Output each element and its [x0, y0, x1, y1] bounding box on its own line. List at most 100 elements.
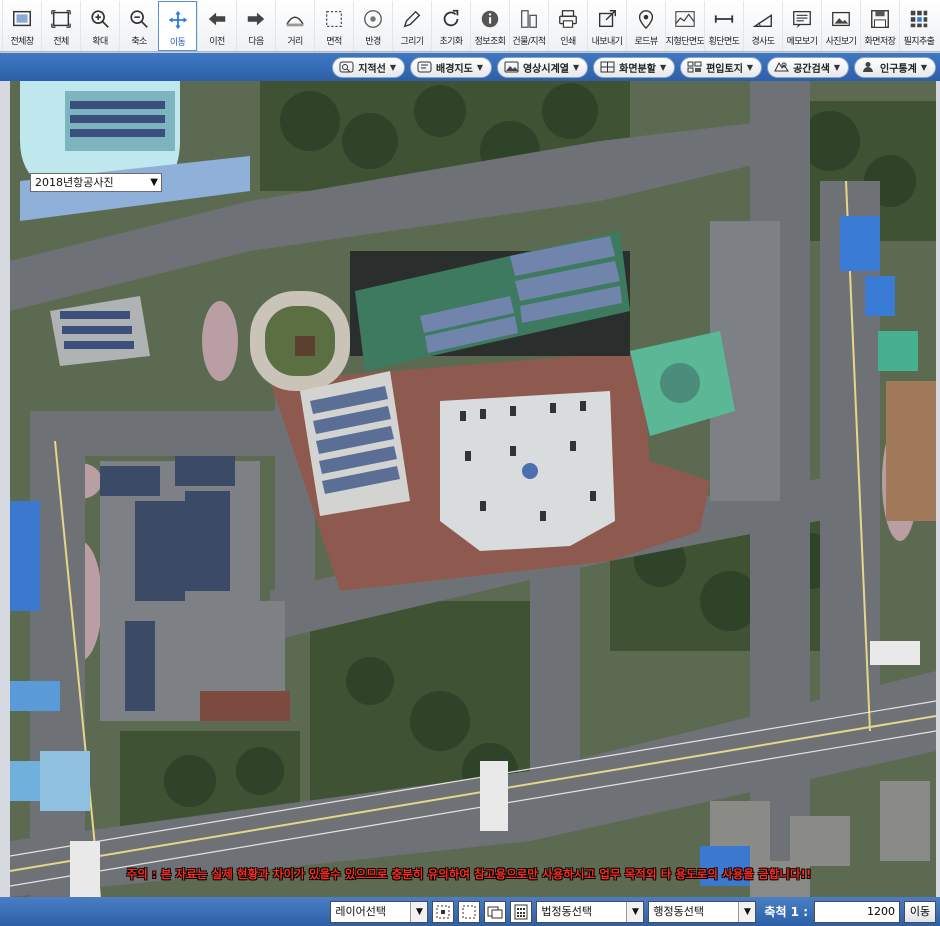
- tool-refresh-button[interactable]: 초기화: [431, 1, 470, 51]
- tool-full-extent-button[interactable]: 전체: [41, 1, 80, 51]
- chevron-down-icon: ▼: [746, 62, 754, 72]
- overview-map-button[interactable]: [484, 900, 507, 923]
- tool-label: 로드뷰: [634, 37, 658, 47]
- menu-label: 편입토지: [706, 63, 743, 75]
- cadastral-line-icon: [339, 61, 354, 73]
- aerial-year-select[interactable]: 2018년항공사진 ▼: [30, 173, 162, 192]
- chevron-down-icon: ▼: [659, 62, 667, 72]
- tool-label: 면적: [326, 37, 342, 47]
- tool-printer-button[interactable]: 인쇄: [548, 1, 587, 51]
- chevron-down-icon: ▼: [920, 62, 927, 72]
- refresh-icon: [439, 7, 463, 31]
- scale-go-button[interactable]: 이동: [904, 900, 936, 923]
- tool-label: 전체: [53, 37, 69, 47]
- tool-label: 확대: [92, 37, 108, 47]
- radius-icon: [361, 7, 385, 31]
- slope-icon: [751, 7, 775, 31]
- chevron-down-icon: ▼: [833, 62, 841, 72]
- tool-label: 횡단면도: [708, 37, 740, 47]
- tool-zoom-in-button[interactable]: 확대: [80, 1, 119, 51]
- tool-parcel-extract-button[interactable]: 필지추출: [899, 1, 938, 51]
- tool-cross-section-button[interactable]: 횡단면도: [704, 1, 743, 51]
- menu-label: 화면분할: [619, 63, 656, 75]
- pencil-icon: [400, 7, 424, 31]
- info-icon: [478, 7, 502, 31]
- calculator-icon: [514, 904, 528, 919]
- tool-label: 축소: [131, 37, 147, 47]
- memo-icon: [790, 7, 814, 31]
- tool-map-pin-button[interactable]: 로드뷰: [626, 1, 665, 51]
- menu-label: 지적선: [358, 63, 386, 75]
- photo-icon: [829, 7, 853, 31]
- tool-area-measure-button[interactable]: 면적: [314, 1, 353, 51]
- tool-building-button[interactable]: 건물/지적: [509, 1, 548, 51]
- aerial-photo[interactable]: [10, 81, 936, 897]
- main-toolbar: 전체창 전체 확대 축소 이동 이전 다음 거리 면적 반경 그리기 초기화 정보조회 건물/지적 인쇄 내보…: [0, 0, 940, 52]
- tool-info-button[interactable]: 정보조회: [470, 1, 509, 51]
- tool-label: 다음: [248, 37, 264, 47]
- tool-export-button[interactable]: 내보내기: [587, 1, 626, 51]
- export-icon: [595, 7, 619, 31]
- menu-background-map-button[interactable]: 배경지도 ▼: [410, 56, 492, 78]
- chevron-down-icon: ▼: [738, 901, 756, 922]
- building-icon: [517, 7, 541, 31]
- tool-arrow-right-button[interactable]: 다음: [236, 1, 275, 51]
- tool-arrow-left-button[interactable]: 이전: [197, 1, 236, 51]
- layer-menu-bar: 지적선 ▼ 배경지도 ▼ 영상시계열 ▼ 화면분할 ▼ 편입토지 ▼ 공간검색 ▼ 인구통계 ▼: [0, 53, 940, 81]
- overview-map-icon: [487, 906, 503, 918]
- menu-split-screen-button[interactable]: 화면분할 ▼: [593, 56, 676, 78]
- tool-save-disk-button[interactable]: 화면저장: [860, 1, 899, 51]
- tool-slope-button[interactable]: 경사도: [743, 1, 782, 51]
- legal-dong-value: 법정동선택: [541, 904, 593, 918]
- disclaimer-notice: 주의 : 본 자료는 실제 현황과 차이가 있을수 있으므로 충분히 유의하여 …: [126, 867, 812, 881]
- select-rect-icon: [436, 905, 450, 918]
- tool-label: 메모보기: [786, 37, 818, 47]
- distance-measure-icon: [283, 7, 307, 31]
- menu-population-button[interactable]: 인구통계 ▼: [854, 56, 936, 78]
- tool-pan-move-button[interactable]: 이동: [158, 1, 197, 51]
- admin-dong-select[interactable]: 행정동선택 ▼: [648, 900, 757, 923]
- zoom-in-icon: [88, 7, 112, 31]
- split-screen-icon: [600, 61, 615, 73]
- tool-radius-button[interactable]: 반경: [353, 1, 392, 51]
- select-area-button[interactable]: [458, 900, 481, 923]
- select-area-icon: [462, 905, 476, 918]
- chevron-down-icon: ▼: [626, 901, 644, 922]
- tool-memo-button[interactable]: 메모보기: [782, 1, 821, 51]
- select-rect-button[interactable]: [432, 900, 455, 923]
- tool-label: 거리: [287, 37, 303, 47]
- menu-label: 배경지도: [436, 63, 473, 75]
- menu-image-timeseries-button[interactable]: 영상시계열 ▼: [496, 56, 589, 78]
- cross-section-icon: [712, 7, 736, 31]
- area-measure-icon: [322, 7, 346, 31]
- full-extent-icon: [49, 7, 73, 31]
- tool-label: 지형단면도: [665, 37, 705, 47]
- tool-distance-measure-button[interactable]: 거리: [275, 1, 314, 51]
- tool-label: 사진보기: [825, 37, 857, 47]
- incorporated-land-icon: [687, 61, 702, 73]
- legal-dong-select[interactable]: 법정동선택 ▼: [536, 900, 645, 923]
- tool-terrain-profile-button[interactable]: 지형단면도: [665, 1, 705, 51]
- printer-icon: [556, 7, 580, 31]
- tool-label: 정보조회: [474, 37, 506, 47]
- menu-spatial-search-button[interactable]: 공간검색 ▼: [767, 56, 850, 78]
- population-icon: [863, 62, 874, 72]
- tool-fullwindow-button[interactable]: 전체창: [2, 1, 41, 51]
- chevron-down-icon: ▼: [572, 62, 580, 72]
- tool-pencil-button[interactable]: 그리기: [392, 1, 431, 51]
- tool-zoom-out-button[interactable]: 축소: [119, 1, 158, 51]
- tool-label: 경사도: [751, 37, 775, 47]
- scale-input[interactable]: 1200: [814, 900, 900, 923]
- map-view[interactable]: 2018년항공사진 ▼: [0, 81, 940, 897]
- pan-move-icon: [166, 8, 190, 32]
- tool-label: 전체창: [10, 37, 34, 47]
- calculator-button[interactable]: [510, 900, 533, 923]
- save-disk-icon: [868, 7, 892, 31]
- menu-incorporated-land-button[interactable]: 편입토지 ▼: [680, 56, 763, 78]
- tool-photo-button[interactable]: 사진보기: [821, 1, 860, 51]
- layer-select[interactable]: 레이어선택 ▼: [330, 900, 429, 923]
- tool-label: 건물/지적: [512, 37, 546, 47]
- arrow-right-icon: [244, 7, 268, 31]
- tool-label: 필지추출: [903, 37, 935, 47]
- menu-cadastral-line-button[interactable]: 지적선 ▼: [332, 56, 405, 78]
